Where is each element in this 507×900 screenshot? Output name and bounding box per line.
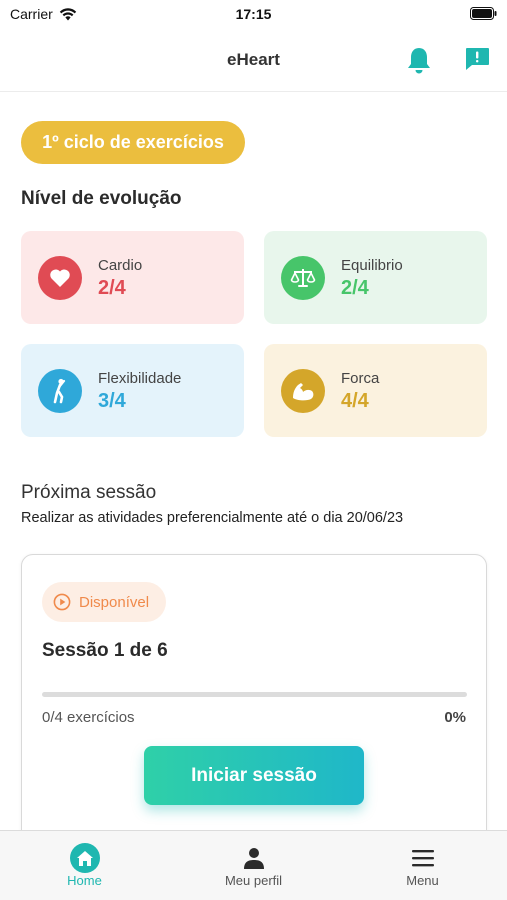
next-session-title: Próxima sessão [21, 482, 157, 503]
card-label: Equilibrio [341, 257, 403, 274]
card-label: Cardio [98, 257, 143, 274]
next-session-subtitle: Realizar as atividades preferencialmente… [21, 510, 404, 526]
main-content: 1º ciclo de exercícios Nível de evolução… [0, 93, 507, 830]
card-value: 3/4 [98, 390, 126, 412]
tab-label: Home [67, 873, 102, 888]
messages-button[interactable] [463, 45, 491, 73]
tab-label: Meu perfil [224, 873, 283, 888]
bell-icon [408, 48, 430, 74]
tab-label: Menu [406, 873, 439, 888]
evolution-card-flexibilidade[interactable]: Flexibilidade 3/4 [21, 344, 244, 437]
tab-bar: Home Meu perfil Menu [0, 830, 507, 900]
card-label: Forca [341, 370, 380, 387]
card-value: 2/4 [98, 277, 126, 299]
battery-icon [470, 7, 497, 20]
tab-profile[interactable]: Meu perfil [169, 831, 338, 900]
progress-bar [42, 692, 467, 697]
evolution-card-forca[interactable]: Forca 4/4 [264, 344, 487, 437]
status-time: 17:15 [235, 6, 272, 22]
card-value: 4/4 [341, 390, 369, 412]
session-card: Disponível Sessão 1 de 6 0/4 exercícios … [21, 554, 487, 830]
status-badge-label: Disponível [79, 593, 150, 611]
chat-alert-icon [466, 48, 489, 70]
cycle-badge: 1º ciclo de exercícios [21, 121, 245, 164]
notifications-button[interactable] [405, 46, 433, 76]
evolution-card-cardio[interactable]: Cardio 2/4 [21, 231, 244, 324]
evolution-title: Nível de evolução [21, 188, 182, 209]
progress-label: 0/4 exercícios [42, 709, 135, 726]
muscle-arm-icon [281, 369, 325, 413]
evolution-card-equilibrio[interactable]: Equilibrio 2/4 [264, 231, 487, 324]
hamburger-menu-icon [408, 843, 438, 873]
card-label: Flexibilidade [98, 370, 182, 387]
home-icon [69, 843, 100, 873]
status-badge: Disponível [42, 582, 166, 622]
progress-percent: 0% [444, 709, 466, 726]
card-value: 2/4 [341, 277, 369, 299]
person-icon [239, 843, 269, 873]
tab-menu[interactable]: Menu [338, 831, 507, 900]
status-bar: Carrier 17:15 [0, 0, 507, 28]
navigation-bar: eHeart [0, 28, 507, 92]
start-session-button[interactable]: Iniciar sessão [144, 746, 364, 805]
scale-icon [281, 256, 325, 300]
tab-home[interactable]: Home [0, 831, 169, 900]
stretch-icon [38, 369, 82, 413]
play-circle-icon [53, 593, 71, 611]
session-title: Sessão 1 de 6 [42, 640, 168, 661]
heart-icon [38, 256, 82, 300]
